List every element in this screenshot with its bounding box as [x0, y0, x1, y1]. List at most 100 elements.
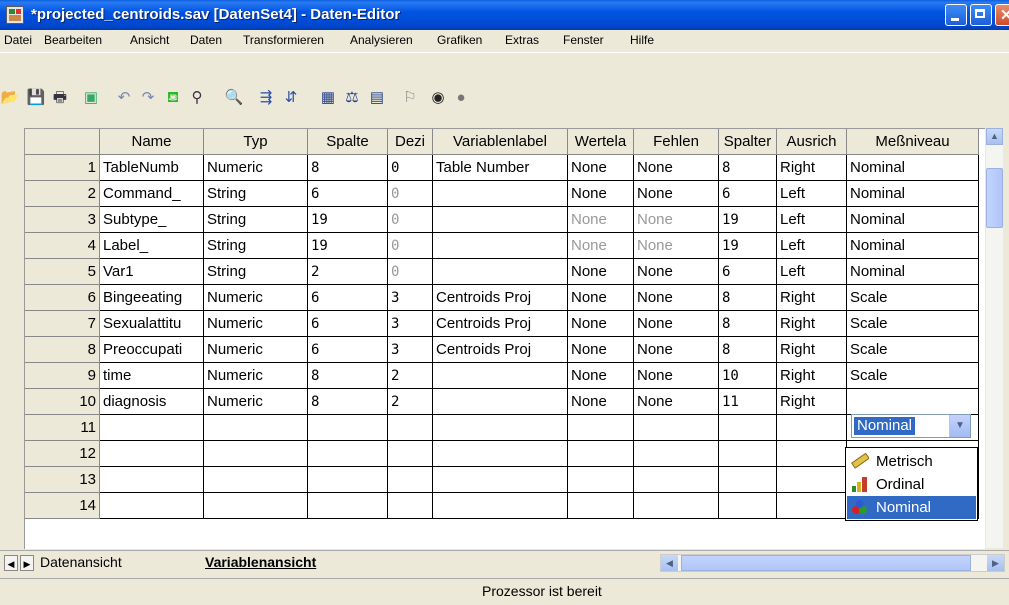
col-header-fehlen[interactable]: Fehlen — [634, 129, 719, 155]
cell-fehlen[interactable]: None — [634, 259, 719, 285]
cell-spalten[interactable]: 8 — [719, 337, 777, 363]
horizontal-scroll-thumb[interactable] — [681, 555, 971, 571]
cell-name[interactable]: Preoccupati — [100, 337, 204, 363]
cell-werte[interactable]: None — [568, 337, 634, 363]
split-file-icon[interactable]: ▦ — [318, 88, 338, 108]
row-number[interactable]: 9 — [25, 363, 100, 389]
cell-dezi[interactable] — [388, 415, 433, 441]
cell-fehlen[interactable]: None — [634, 181, 719, 207]
row-number[interactable]: 12 — [25, 441, 100, 467]
cell-typ[interactable]: Numeric — [204, 337, 308, 363]
cell-mess[interactable]: Nominal — [847, 259, 979, 285]
cell-dezi[interactable]: 3 — [388, 311, 433, 337]
variables-icon[interactable]: ⚲ — [187, 88, 207, 108]
minimize-button[interactable] — [945, 4, 967, 26]
row-number[interactable]: 3 — [25, 207, 100, 233]
cell-werte[interactable]: None — [568, 155, 634, 181]
cell-werte[interactable] — [568, 415, 634, 441]
cell-spalte[interactable] — [308, 493, 388, 519]
row-number[interactable]: 4 — [25, 233, 100, 259]
cell-typ[interactable]: Numeric — [204, 155, 308, 181]
cell-ausrich[interactable]: Right — [777, 337, 847, 363]
open-icon[interactable]: 📂 — [0, 88, 20, 108]
cell-spalten[interactable] — [719, 441, 777, 467]
cell-label[interactable]: Centroids Proj — [433, 311, 568, 337]
cell-typ[interactable]: String — [204, 233, 308, 259]
cell-fehlen[interactable]: None — [634, 207, 719, 233]
cell-ausrich[interactable]: Right — [777, 155, 847, 181]
cell-spalte[interactable] — [308, 441, 388, 467]
menu-transformieren[interactable]: Transformieren — [243, 33, 324, 47]
measure-select[interactable]: Nominal ▼ — [851, 414, 971, 438]
vertical-scroll-thumb[interactable] — [986, 168, 1003, 228]
cell-mess[interactable]: Scale — [847, 311, 979, 337]
cell-fehlen[interactable]: None — [634, 233, 719, 259]
cell-name[interactable]: diagnosis — [100, 389, 204, 415]
weight-cases-icon[interactable]: ⚖ — [342, 88, 362, 108]
cell-ausrich[interactable] — [777, 441, 847, 467]
cell-mess[interactable]: Nominal — [847, 181, 979, 207]
cell-mess[interactable]: Nominal — [847, 233, 979, 259]
cell-name[interactable] — [100, 415, 204, 441]
option-ordinal[interactable]: Ordinal — [847, 473, 976, 496]
tab-variablenansicht[interactable]: Variablenansicht — [205, 554, 316, 570]
col-header-wertelabel[interactable]: Wertela — [568, 129, 634, 155]
cell-dezi[interactable]: 0 — [388, 259, 433, 285]
cell-fehlen[interactable]: None — [634, 337, 719, 363]
tab-next-icon[interactable]: ▶ — [20, 555, 34, 571]
cell-name[interactable] — [100, 493, 204, 519]
cell-ausrich[interactable]: Right — [777, 311, 847, 337]
cell-werte[interactable]: None — [568, 259, 634, 285]
cell-fehlen[interactable]: None — [634, 285, 719, 311]
row-number[interactable]: 7 — [25, 311, 100, 337]
scroll-right-icon[interactable]: ▶ — [987, 555, 1004, 571]
cell-typ[interactable]: Numeric — [204, 285, 308, 311]
cell-label[interactable] — [433, 493, 568, 519]
cell-typ[interactable] — [204, 467, 308, 493]
row-number[interactable]: 14 — [25, 493, 100, 519]
cell-mess[interactable]: Nominal — [847, 155, 979, 181]
row-number[interactable]: 10 — [25, 389, 100, 415]
menu-hilfe[interactable]: Hilfe — [630, 33, 654, 47]
cell-name[interactable] — [100, 467, 204, 493]
cell-mess[interactable]: Scale — [847, 337, 979, 363]
maximize-button[interactable] — [970, 4, 992, 26]
cell-label[interactable] — [433, 389, 568, 415]
cell-spalten[interactable]: 19 — [719, 233, 777, 259]
cell-spalten[interactable]: 8 — [719, 155, 777, 181]
cell-typ[interactable] — [204, 415, 308, 441]
menu-ansicht[interactable]: Ansicht — [130, 33, 169, 47]
cell-werte[interactable]: None — [568, 233, 634, 259]
cell-dezi[interactable]: 3 — [388, 285, 433, 311]
cell-label[interactable]: Centroids Proj — [433, 337, 568, 363]
scroll-left-icon[interactable]: ◀ — [661, 555, 678, 571]
col-header-variablenlabel[interactable]: Variablenlabel — [433, 129, 568, 155]
menu-extras[interactable]: Extras — [505, 33, 539, 47]
cell-fehlen[interactable] — [634, 467, 719, 493]
cell-label[interactable] — [433, 259, 568, 285]
cell-spalten[interactable]: 11 — [719, 389, 777, 415]
cell-spalten[interactable]: 10 — [719, 363, 777, 389]
cell-dezi[interactable]: 2 — [388, 389, 433, 415]
redo-icon[interactable]: ↷ — [138, 88, 158, 108]
cell-werte[interactable]: None — [568, 363, 634, 389]
row-number[interactable]: 6 — [25, 285, 100, 311]
cell-fehlen[interactable] — [634, 493, 719, 519]
cell-label[interactable] — [433, 467, 568, 493]
cell-spalten[interactable]: 8 — [719, 285, 777, 311]
row-number[interactable]: 2 — [25, 181, 100, 207]
cell-name[interactable]: TableNumb — [100, 155, 204, 181]
cell-ausrich[interactable]: Left — [777, 207, 847, 233]
cell-label[interactable] — [433, 207, 568, 233]
goto-case-icon[interactable]: ⛾ — [163, 88, 183, 108]
menu-datei[interactable]: Datei — [4, 33, 32, 47]
dialog-recall-icon[interactable]: ▣ — [81, 88, 101, 108]
menu-bearbeiten[interactable]: Bearbeiten — [44, 33, 102, 47]
cell-label[interactable] — [433, 363, 568, 389]
cell-label[interactable]: Table Number — [433, 155, 568, 181]
row-number[interactable]: 1 — [25, 155, 100, 181]
cell-ausrich[interactable]: Left — [777, 233, 847, 259]
print-icon[interactable]: 🖶 — [50, 88, 70, 108]
insert-variable-icon[interactable]: ⇵ — [281, 88, 301, 108]
cell-fehlen[interactable] — [634, 441, 719, 467]
